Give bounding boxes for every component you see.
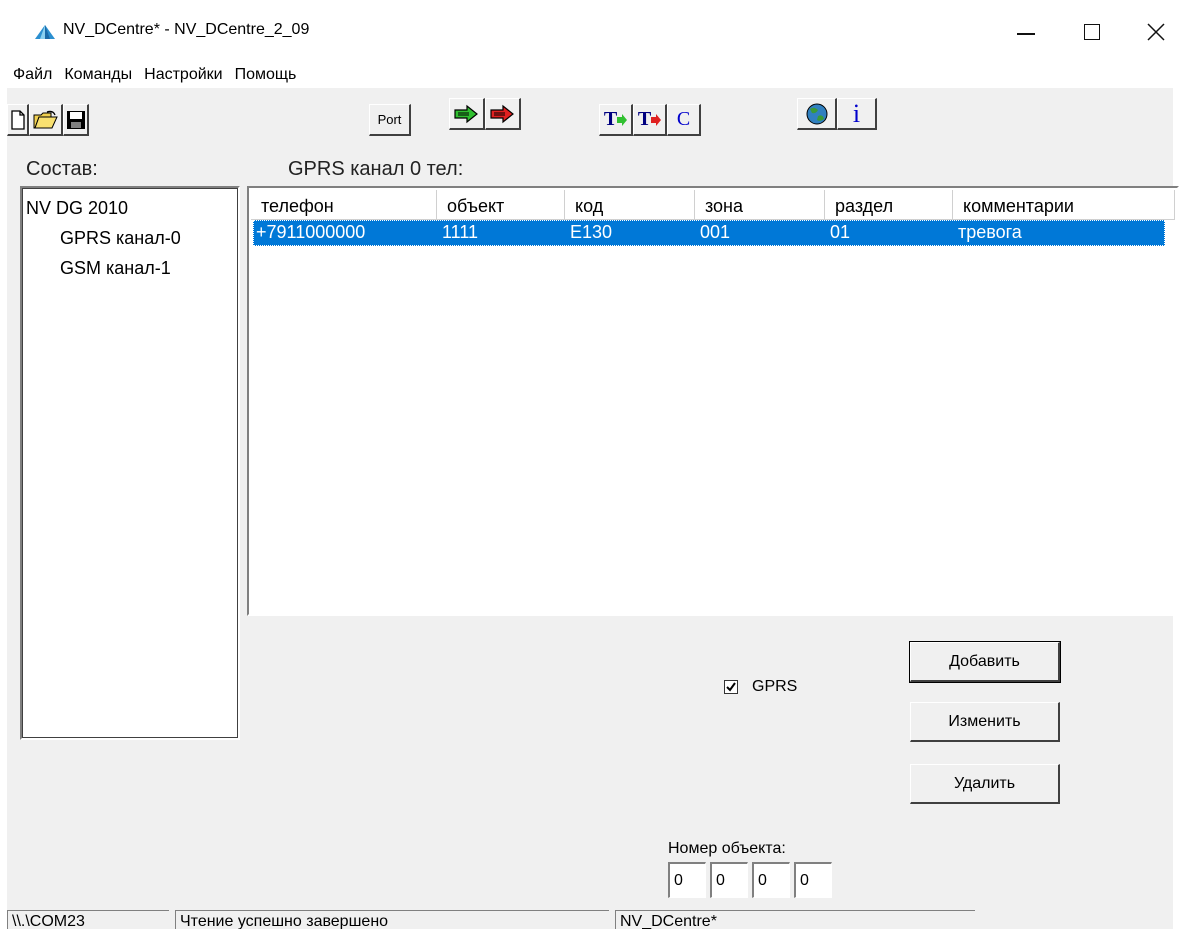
info-label: i [852, 98, 861, 128]
status-port: \\.\COM23 [7, 910, 169, 929]
menu-commands[interactable]: Команды [58, 64, 138, 88]
status-message: Чтение успешно завершено [175, 910, 609, 929]
status-bar: \\.\COM23 Чтение успешно завершено NV_DC… [7, 908, 1173, 929]
cell-code: E130 [570, 222, 613, 242]
column-header-section[interactable]: раздел [825, 190, 953, 220]
tree-item-root[interactable]: NV DG 2010 [26, 198, 128, 219]
object-number-label: Номер объекта: [668, 840, 786, 857]
floppy-disk-icon [66, 110, 85, 129]
column-header-phone[interactable]: телефон [251, 190, 437, 220]
globe-button[interactable] [797, 98, 837, 130]
minimize-button[interactable] [997, 0, 1055, 64]
close-button[interactable] [1127, 0, 1180, 64]
new-document-icon [10, 109, 25, 130]
cell-object: 1111 [442, 222, 479, 242]
cell-comment: тревога [958, 222, 1022, 242]
window-title: NV_DCentre* - NV_DCentre_2_09 [63, 21, 310, 38]
menu-help[interactable]: Помощь [229, 64, 303, 88]
write-button[interactable] [449, 98, 485, 130]
cell-phone: +7911000000 [256, 222, 366, 242]
open-button[interactable] [29, 104, 63, 136]
maximize-button[interactable] [1063, 0, 1121, 64]
port-label: Port [377, 112, 402, 127]
window-border-left [0, 0, 7, 929]
table-row[interactable]: +7911000000 1111 E130 001 01 тревога [253, 220, 1165, 246]
edit-button[interactable]: Изменить [910, 702, 1060, 742]
new-button[interactable] [7, 104, 29, 136]
gprs-checkbox[interactable]: GPRS [724, 678, 797, 696]
object-number-field-4[interactable]: 0 [794, 862, 832, 898]
t-write-label: T [603, 108, 618, 130]
globe-icon [806, 103, 827, 124]
open-folder-icon [33, 110, 58, 128]
main-window: NV_DCentre* - NV_DCentre_2_09 Файл Коман… [0, 0, 1180, 929]
close-icon [1147, 23, 1165, 41]
phone-table[interactable]: телефон объект код зона раздел комментар… [247, 186, 1179, 616]
add-button[interactable]: Добавить [909, 641, 1061, 683]
menu-settings[interactable]: Настройки [138, 64, 228, 88]
t-read-label: T [637, 108, 652, 130]
menu-file[interactable]: Файл [7, 64, 58, 88]
channel-label: GPRS канал 0 тел: [288, 158, 464, 180]
object-number-field-2[interactable]: 0 [710, 862, 748, 898]
tree-item-gsm[interactable]: GSM канал-1 [60, 258, 171, 279]
maximize-icon [1084, 24, 1100, 40]
checkmark-icon [726, 682, 736, 692]
table-header: телефон объект код зона раздел комментар… [251, 190, 1175, 220]
menu-bar: Файл Команды Настройки Помощь [7, 64, 1173, 88]
column-header-object[interactable]: объект [437, 190, 565, 220]
composition-label: Состав: [26, 158, 98, 180]
column-header-zone[interactable]: зона [695, 190, 825, 220]
arrow-right-green-icon [453, 104, 478, 123]
read-button[interactable] [485, 98, 521, 130]
arrow-right-green-icon [617, 113, 628, 126]
column-header-comment[interactable]: комментарии [953, 190, 1175, 220]
gprs-checkbox-box[interactable] [724, 680, 738, 694]
arrow-right-red-icon [489, 104, 514, 123]
arrow-right-red-icon [651, 113, 662, 126]
t-write-button[interactable]: T [599, 104, 633, 136]
save-button[interactable] [63, 104, 89, 136]
column-header-code[interactable]: код [565, 190, 695, 220]
object-number-field-3[interactable]: 0 [752, 862, 790, 898]
pyramid-icon [35, 25, 55, 39]
composition-tree[interactable]: NV DG 2010 GPRS канал-0 GSM канал-1 [20, 186, 240, 740]
cell-section: 01 [830, 222, 851, 242]
port-button[interactable]: Port [369, 104, 411, 136]
c-button[interactable]: C [667, 104, 701, 136]
tree-item-gprs[interactable]: GPRS канал-0 [60, 228, 181, 249]
status-app: NV_DCentre* [615, 910, 975, 929]
delete-button[interactable]: Удалить [910, 764, 1060, 804]
minimize-icon [1017, 33, 1035, 35]
toolbar: Port T T C i [7, 92, 1173, 150]
info-button[interactable]: i [837, 98, 877, 130]
cell-zone: 001 [700, 222, 731, 242]
object-number-field-1[interactable]: 0 [668, 862, 706, 898]
t-read-button[interactable]: T [633, 104, 667, 136]
title-bar[interactable]: NV_DCentre* - NV_DCentre_2_09 [7, 0, 1173, 64]
c-label: C [676, 108, 691, 130]
gprs-checkbox-label: GPRS [752, 678, 798, 695]
